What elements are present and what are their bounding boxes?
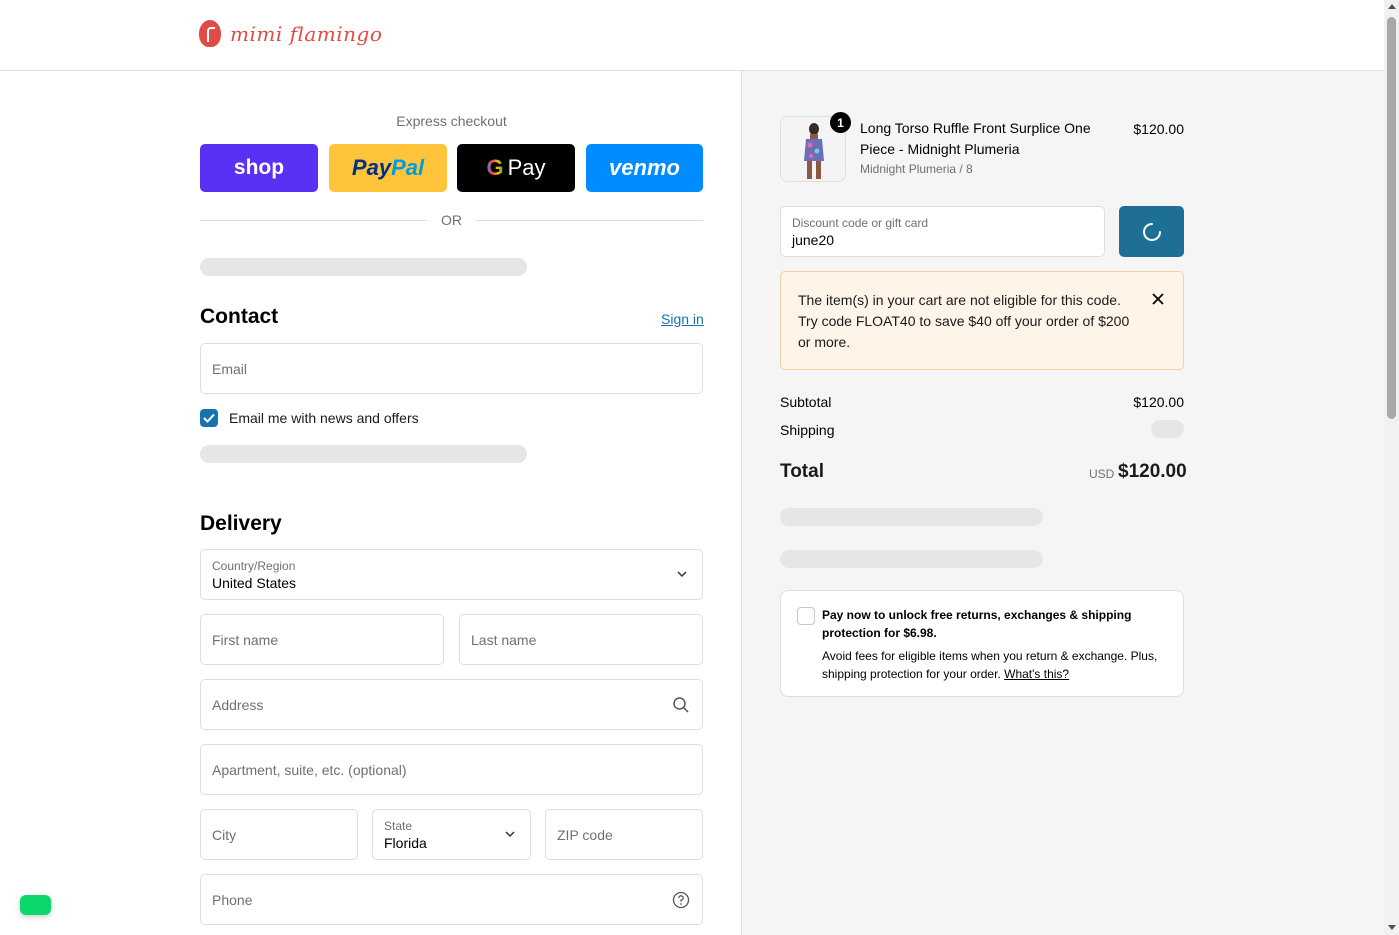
loading-placeholder [780,550,1043,568]
email-placeholder: Email [212,361,248,377]
country-label: Country/Region [212,559,296,573]
page-scrollbar[interactable] [1384,0,1399,935]
scroll-down-icon[interactable] [1388,925,1396,930]
total-currency: USD [1089,467,1115,481]
news-offers-checkbox[interactable] [200,409,218,427]
zip-placeholder: ZIP code [557,827,613,843]
divider-line [476,219,703,221]
header: mimi flamingo [0,0,1384,71]
shop-pay-label: shop [233,156,285,179]
google-pay-button[interactable]: G Pay [457,144,575,192]
chevron-down-icon [677,571,687,578]
first-name-field[interactable]: First name [200,614,444,665]
shop-pay-button[interactable]: shop [200,144,318,192]
protection-checkbox[interactable] [797,607,815,625]
chat-widget-button[interactable] [20,895,51,915]
brand-logo[interactable]: mimi flamingo [199,20,382,47]
news-offers-option[interactable]: Email me with news and offers [200,409,419,427]
venmo-label: venmo [609,155,680,180]
protection-description: Avoid fees for eligible items when you r… [822,647,1172,683]
product-price: $120.00 [1133,121,1184,137]
phone-placeholder: Phone [212,892,253,908]
state-value: Florida [384,835,427,851]
shipping-label: Shipping [780,422,835,438]
divider-line [200,219,427,221]
address-placeholder: Address [212,697,264,713]
notice-text: The item(s) in your cart are not eligibl… [798,292,1130,350]
country-select[interactable]: Country/Region United States [200,549,703,600]
google-pay-label: Pay [507,155,546,180]
discount-code-field[interactable]: Discount code or gift card june20 [780,206,1105,257]
loading-spinner-icon [1142,222,1161,241]
phone-field[interactable]: Phone [200,874,703,925]
whats-this-link[interactable]: What's this? [1004,667,1069,681]
apply-discount-button[interactable] [1119,206,1184,257]
paypal-label-pay: Pay [351,155,392,180]
last-name-placeholder: Last name [471,632,537,648]
last-name-field[interactable]: Last name [459,614,703,665]
protection-title: Pay now to unlock free returns, exchange… [822,608,1132,640]
close-icon[interactable] [1151,292,1165,306]
google-g-icon: G [486,155,504,180]
city-field[interactable]: City [200,809,358,860]
product-variant: Midnight Plumeria / 8 [860,162,973,176]
venmo-button[interactable]: venmo [586,144,703,192]
order-summary-panel [741,71,1384,935]
shipping-protection-offer: Pay now to unlock free returns, exchange… [780,590,1184,697]
city-placeholder: City [212,827,237,843]
flamingo-icon [199,20,221,47]
email-field[interactable]: Email [200,343,703,394]
state-label: State [384,819,413,833]
apartment-placeholder: Apartment, suite, etc. (optional) [212,762,407,778]
total-value: $120.00 [1118,461,1187,482]
total-label: Total [780,461,824,482]
zip-field[interactable]: ZIP code [545,809,703,860]
or-label: OR [441,212,462,228]
discount-value: june20 [792,232,835,248]
help-circle-icon[interactable] [672,891,690,909]
paypal-label-pal: Pal [391,155,425,180]
express-checkout-label: Express checkout [396,113,507,129]
paypal-button[interactable]: Pay Pal [329,144,447,192]
subtotal-value: $120.00 [1133,394,1184,410]
search-icon [673,697,689,713]
protection-desc-text: Avoid fees for eligible items when you r… [822,649,1158,681]
contact-heading: Contact [200,305,279,328]
checkout-form-panel [0,71,741,935]
delivery-heading: Delivery [200,512,282,535]
discount-error-notice: The item(s) in your cart are not eligibl… [780,271,1184,370]
loading-placeholder [200,258,527,276]
loading-placeholder [780,508,1043,526]
first-name-placeholder: First name [212,632,279,648]
sign-in-link[interactable]: Sign in [661,311,704,327]
address-field[interactable]: Address [200,679,703,730]
checkmark-icon [203,413,215,423]
subtotal-label: Subtotal [780,394,832,410]
scroll-up-icon[interactable] [1388,4,1396,9]
brand-name: mimi flamingo [230,21,383,46]
scrollbar-thumb[interactable] [1387,17,1396,419]
product-title: Long Torso Ruffle Front Surplice One Pie… [860,120,1091,157]
quantity-badge: 1 [830,112,851,133]
loading-placeholder [200,445,527,463]
news-offers-label: Email me with news and offers [229,410,419,426]
or-divider: OR [200,212,703,228]
state-select[interactable]: State Florida [372,809,531,860]
shipping-loading-placeholder [1151,420,1184,438]
apartment-field[interactable]: Apartment, suite, etc. (optional) [200,744,703,795]
discount-label: Discount code or gift card [792,216,929,230]
chevron-down-icon [505,831,515,838]
country-value: United States [212,575,297,591]
